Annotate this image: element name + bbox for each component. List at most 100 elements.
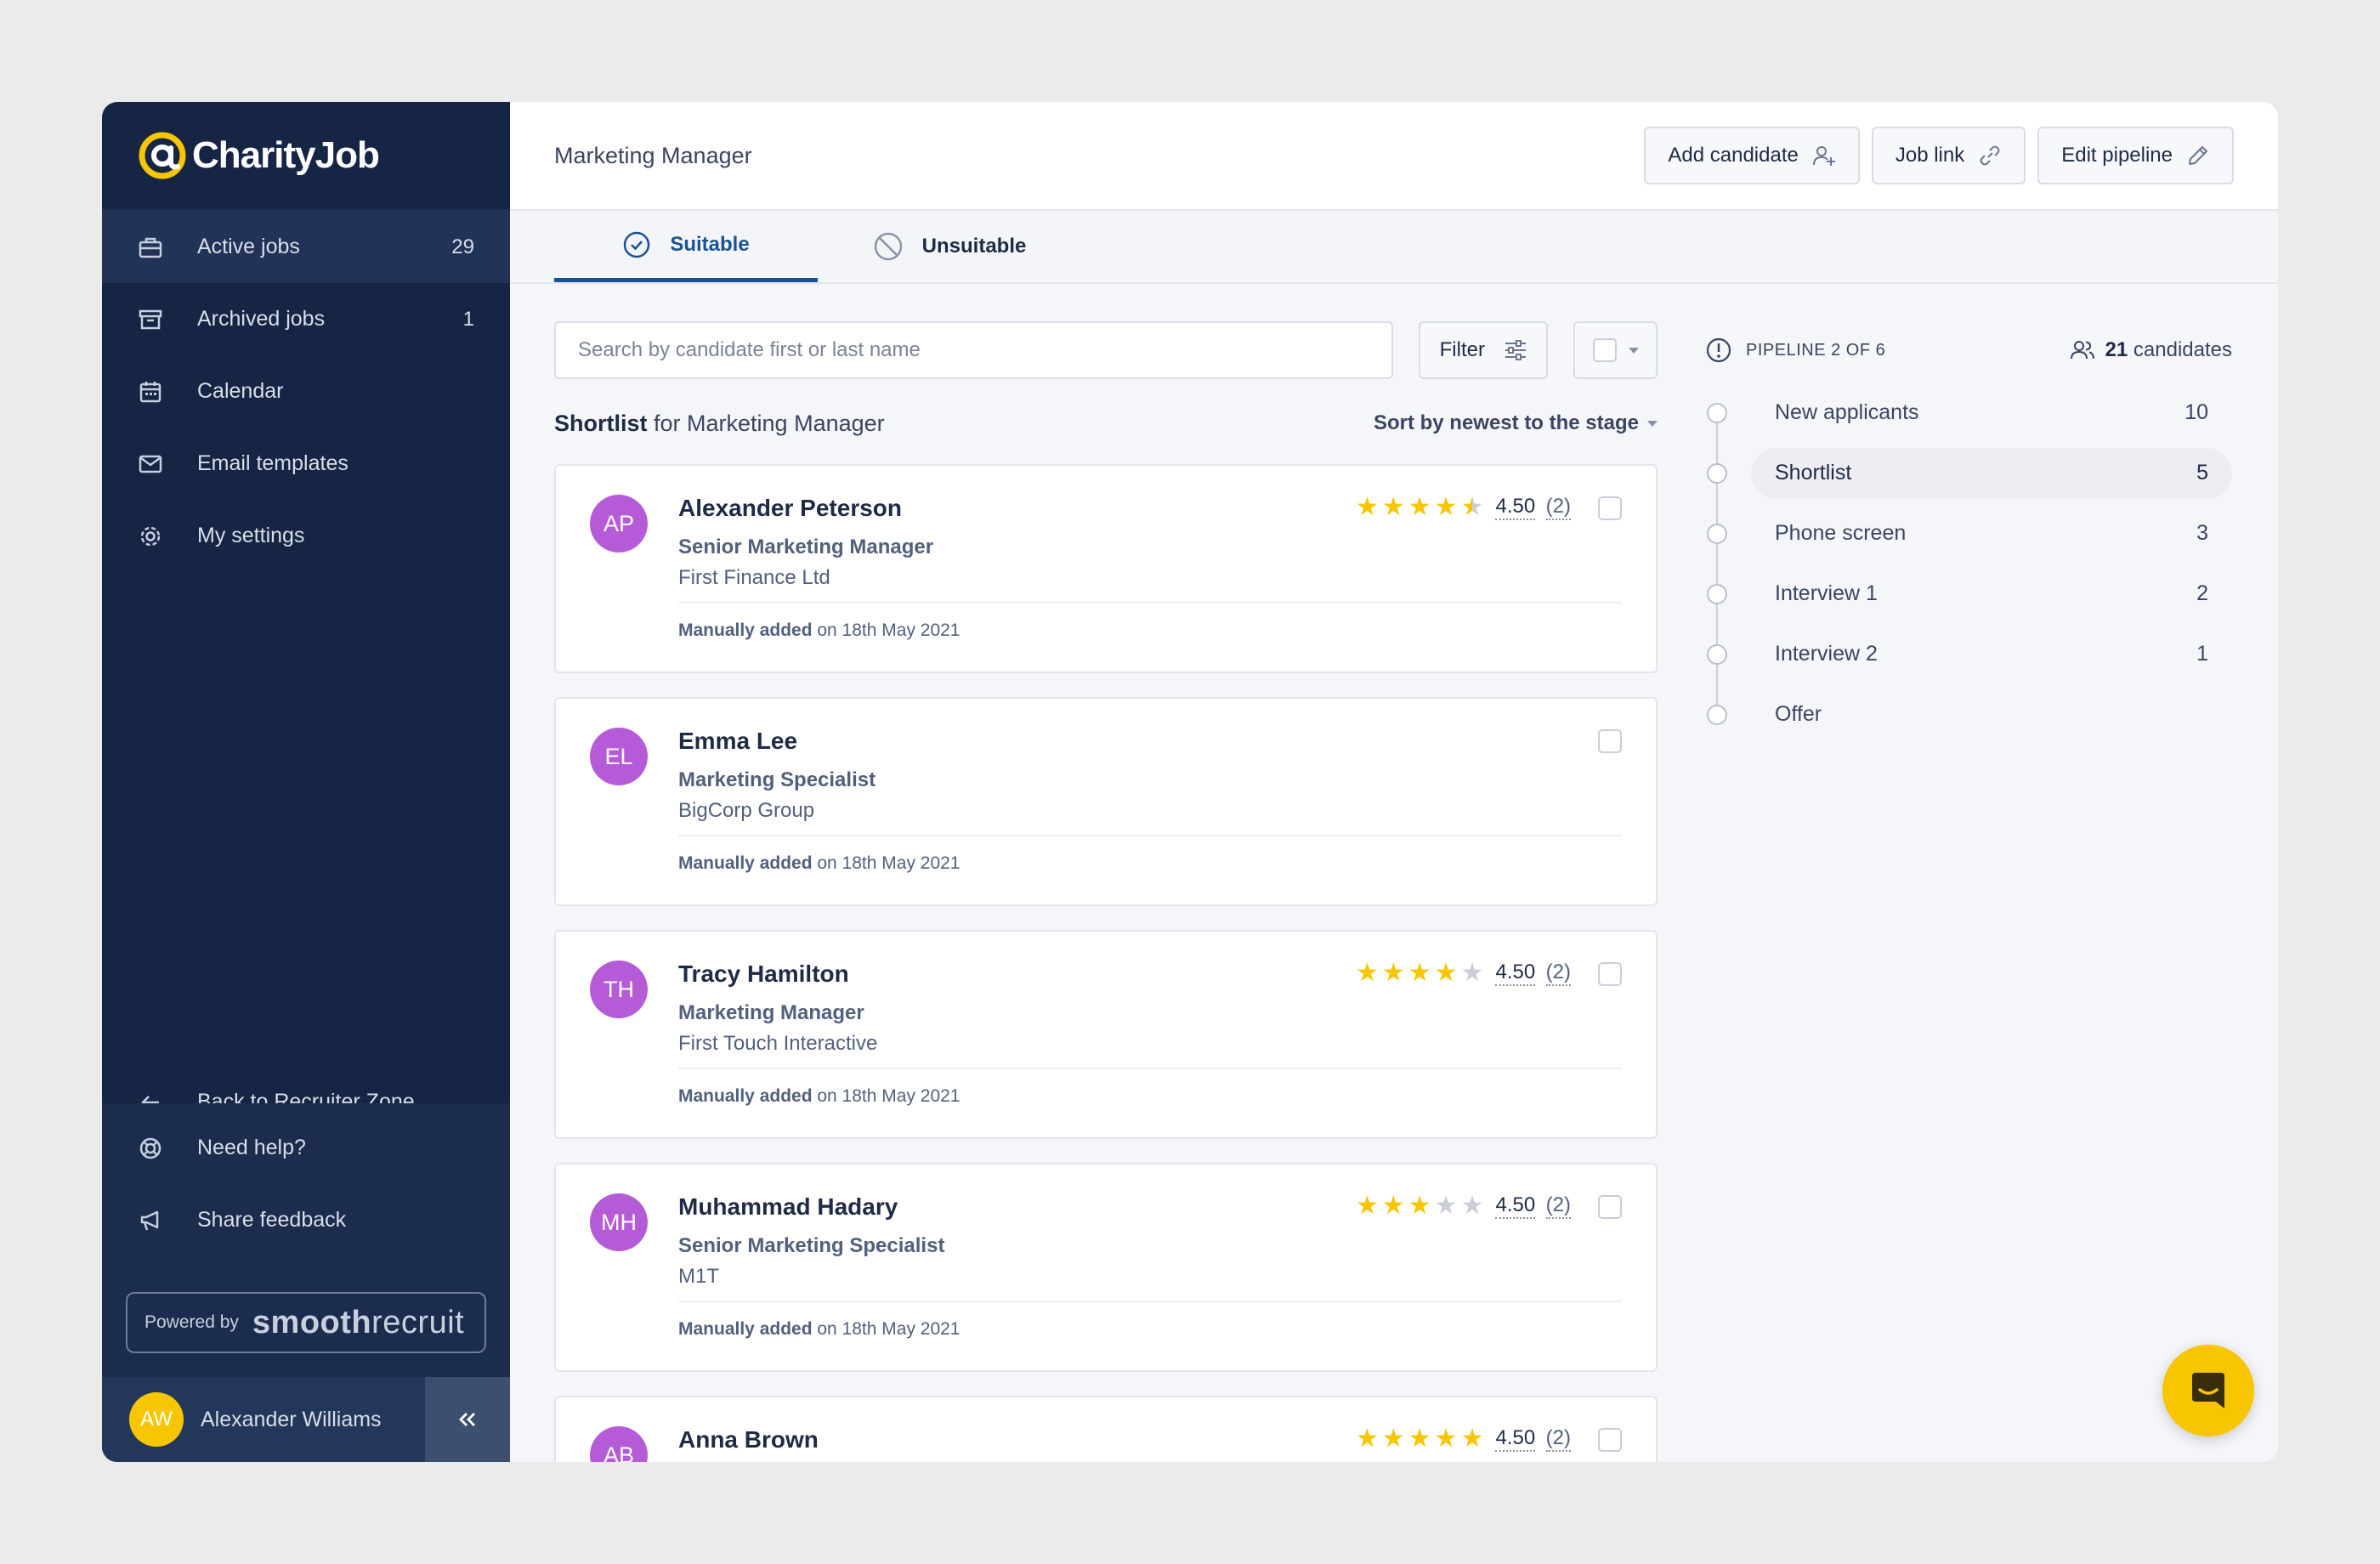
list-title-stage: Shortlist xyxy=(554,410,648,436)
card-divider xyxy=(678,835,1622,836)
candidate-select-checkbox[interactable] xyxy=(1598,496,1622,520)
top-bar: Marketing Manager Add candidate Job link… xyxy=(510,102,2278,211)
user-plus-icon xyxy=(1812,146,1835,166)
candidate-card[interactable]: AP Alexander Peterson Senior Marketing Man… xyxy=(554,464,1658,673)
powered-by-badge[interactable]: Powered by smoothrecruit xyxy=(126,1292,486,1353)
candidate-rating[interactable]: ★ ★ ★ ★ ★ 4.50 (2) xyxy=(1356,1193,1571,1219)
powered-brand-light: recruit xyxy=(371,1304,465,1340)
candidate-avatar: MH xyxy=(590,1193,648,1251)
pipeline-stage[interactable]: Phone screen 3 xyxy=(1705,503,2232,584)
candidate-name[interactable]: Anna Brown xyxy=(678,1426,819,1454)
users-icon xyxy=(2070,341,2094,360)
stage-connector xyxy=(1716,543,1718,584)
candidate-company: BigCorp Group xyxy=(678,799,815,822)
job-link-button[interactable]: Job link xyxy=(1871,127,2026,184)
star-icon: ★ xyxy=(1434,493,1458,521)
user-avatar[interactable]: AW xyxy=(129,1392,184,1447)
chevron-down-icon xyxy=(1647,420,1658,427)
stage-name: Interview 1 xyxy=(1775,581,1878,605)
sidebar-item-active-jobs[interactable]: Active jobs 29 xyxy=(102,211,510,283)
rating-value: 4.50 xyxy=(1495,495,1536,520)
candidate-name[interactable]: Alexander Peterson xyxy=(678,495,902,522)
search-row: Filter xyxy=(554,321,1658,379)
candidate-rating[interactable]: ★ ★ ★ ★ ★ 4.50 (2) xyxy=(1356,495,1571,520)
add-candidate-button[interactable]: Add candidate xyxy=(1644,127,1860,184)
candidate-select-checkbox[interactable] xyxy=(1598,1195,1622,1219)
candidate-name[interactable]: Muhammad Hadary xyxy=(678,1193,898,1221)
filter-button[interactable]: Filter xyxy=(1419,321,1549,379)
candidate-rating[interactable]: ★ ★ ★ ★ ★ 4.50 (2) xyxy=(1356,960,1571,986)
sidebar-item-count: 29 xyxy=(451,235,474,258)
stage-count: 1 xyxy=(2196,642,2208,666)
pipeline-panel: PIPELINE 2 OF 6 21 candidates New applic… xyxy=(1705,321,2232,1462)
stage-dot xyxy=(1707,462,1727,484)
pipeline-label: PIPELINE 2 OF 6 xyxy=(1746,340,1886,360)
candidate-name[interactable]: Tracy Hamilton xyxy=(678,960,849,988)
candidate-select-checkbox[interactable] xyxy=(1598,1428,1622,1452)
chat-launcher-button[interactable] xyxy=(2162,1345,2254,1436)
edit-pipeline-button[interactable]: Edit pipeline xyxy=(2037,127,2234,184)
sidebar-item-my-settings[interactable]: My settings xyxy=(102,500,510,572)
candidate-avatar: EL xyxy=(590,728,648,785)
user-name[interactable]: Alexander Williams xyxy=(201,1408,425,1432)
candidate-card[interactable]: AB Anna Brown ★ ★ ★ ★ ★ 4.50 (2) xyxy=(554,1396,1658,1462)
sidebar-item-count: 1 xyxy=(462,307,474,331)
candidate-select-checkbox[interactable] xyxy=(1598,962,1622,986)
select-all-checkbox[interactable] xyxy=(1592,338,1617,362)
sidebar-item-calendar[interactable]: Calendar xyxy=(102,355,510,428)
powered-by-label: Powered by xyxy=(144,1312,239,1332)
star-icon: ★ xyxy=(1381,1425,1405,1453)
stage-count: 2 xyxy=(2196,581,2208,605)
candidate-select-checkbox[interactable] xyxy=(1598,729,1622,753)
pipeline-stage[interactable]: New applicants 10 xyxy=(1705,382,2232,463)
brand-name: CharityJob xyxy=(192,134,380,176)
collapse-sidebar-button[interactable] xyxy=(425,1377,510,1462)
sidebar-item-archived-jobs[interactable]: Archived jobs 1 xyxy=(102,283,510,355)
candidate-role: Marketing Manager xyxy=(678,1001,864,1024)
star-icon: ★ xyxy=(1460,1192,1484,1220)
star-icon: ★ xyxy=(1434,1425,1458,1453)
stage-connector xyxy=(1716,664,1718,705)
calendar-icon xyxy=(138,379,163,405)
candidate-rating[interactable]: ★ ★ ★ ★ ★ 4.50 (2) xyxy=(1356,1426,1571,1452)
main-content: Marketing Manager Add candidate Job link… xyxy=(510,102,2278,1462)
candidate-search-input[interactable] xyxy=(554,321,1394,379)
sidebar-item-email-templates[interactable]: Email templates xyxy=(102,428,510,500)
tab-suitable[interactable]: Suitable xyxy=(554,211,818,282)
share-feedback-link[interactable]: Share feedback xyxy=(102,1184,510,1256)
brand-logo: CharityJob xyxy=(138,131,380,180)
added-date: on 18th May 2021 xyxy=(812,620,960,640)
added-date: on 18th May 2021 xyxy=(812,1319,960,1339)
sort-dropdown[interactable]: Sort by newest to the stage xyxy=(1374,411,1658,435)
need-help-link[interactable]: Need help? xyxy=(102,1112,510,1184)
app-window: CharityJob Active jobs 29 Archived jobs … xyxy=(102,102,2278,1462)
tab-unsuitable[interactable]: Unsuitable xyxy=(818,211,1081,282)
stage-dot xyxy=(1707,523,1727,544)
brand[interactable]: CharityJob xyxy=(102,102,510,211)
page-title: Marketing Manager xyxy=(554,142,752,168)
candidate-card[interactable]: MH Muhammad Hadary Senior Marketing Specia… xyxy=(554,1163,1658,1372)
rating-count: (2) xyxy=(1545,1193,1571,1219)
star-icon: ★ xyxy=(1408,493,1431,521)
ban-icon xyxy=(874,232,902,261)
pipeline-stage[interactable]: Interview 1 2 xyxy=(1705,564,2232,644)
select-all-dropdown[interactable] xyxy=(1573,321,1658,379)
stage-dot xyxy=(1707,704,1727,725)
star-icon: ★ xyxy=(1381,959,1405,987)
candidate-added-info: Manually added on 18th May 2021 xyxy=(678,620,960,641)
rating-value: 4.50 xyxy=(1495,960,1536,986)
pipeline-stage[interactable]: Offer xyxy=(1705,684,2232,745)
pipeline-stage[interactable]: Interview 2 1 xyxy=(1705,624,2232,705)
star-icon: ★ xyxy=(1408,1192,1431,1220)
stage-name: Shortlist xyxy=(1775,461,1852,484)
candidate-card[interactable]: TH Tracy Hamilton Marketing Manager First T… xyxy=(554,930,1658,1139)
sidebar: CharityJob Active jobs 29 Archived jobs … xyxy=(102,102,510,1462)
sliders-icon xyxy=(1504,340,1526,360)
pipeline-stage[interactable]: Shortlist 5 xyxy=(1705,443,2232,524)
sidebar-item-label: Archived jobs xyxy=(197,307,326,331)
candidate-card[interactable]: EL Emma Lee Marketing Specialist BigCorp Gr… xyxy=(554,697,1658,906)
pencil-icon xyxy=(2189,146,2207,165)
stage-row: Offer xyxy=(1751,689,2232,740)
candidate-name[interactable]: Emma Lee xyxy=(678,728,797,755)
job-link-label: Job link xyxy=(1895,144,1965,167)
